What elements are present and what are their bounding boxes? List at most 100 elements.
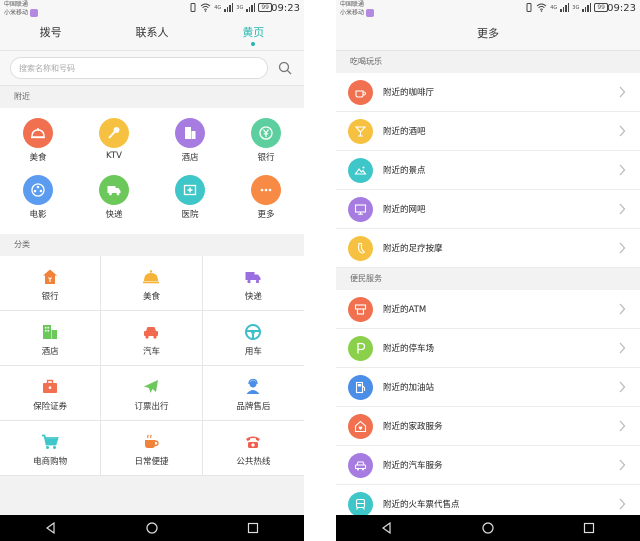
app-badge-icon xyxy=(366,9,375,17)
top-tabs: 拨号 联系人 黄页 xyxy=(0,18,304,51)
recents-square-icon[interactable] xyxy=(246,521,260,535)
list-item-parking[interactable]: 附近的停车场 xyxy=(336,329,640,368)
signal-bars-icon xyxy=(582,3,592,12)
nearby-item-label: 电影 xyxy=(29,210,47,220)
category-car[interactable]: 汽车 xyxy=(101,311,203,366)
nearby-item-ktv[interactable]: KTV xyxy=(76,114,152,171)
search-icon[interactable] xyxy=(278,61,292,75)
category-food[interactable]: 美食 xyxy=(101,256,203,311)
parking-icon xyxy=(357,342,366,353)
list-item-bar[interactable]: 附近的酒吧 xyxy=(336,112,640,151)
category-label: 订票出行 xyxy=(134,402,169,412)
delivery-truck-icon xyxy=(245,272,261,284)
chevron-right-icon xyxy=(619,303,626,315)
tab-dialer[interactable]: 拨号 xyxy=(0,18,101,50)
home-circle-icon[interactable] xyxy=(145,521,159,535)
nearby-item-movie[interactable]: 电影 xyxy=(0,171,76,228)
category-daily[interactable]: 日常便捷 xyxy=(101,421,203,476)
carrier-line-2: 小米移动 xyxy=(340,9,365,17)
nearby-item-label: 美食 xyxy=(29,153,47,163)
list-item-label: 附近的ATM xyxy=(383,305,427,315)
search-row: 搜索名称和号码 xyxy=(0,51,304,86)
nearby-item-more[interactable]: 更多 xyxy=(228,171,304,228)
category-label: 电商购物 xyxy=(33,457,68,467)
foot-icon xyxy=(357,242,365,254)
category-shopping[interactable]: 电商购物 xyxy=(0,421,102,476)
signal-bars-icon xyxy=(246,3,256,12)
wifi-icon xyxy=(536,3,547,12)
list-item-label: 附近的家政服务 xyxy=(383,422,443,432)
chevron-right-icon xyxy=(619,86,626,98)
category-label: 保险证券 xyxy=(33,402,68,412)
chevron-right-icon xyxy=(619,420,626,432)
nearby-item-label: 银行 xyxy=(257,153,275,163)
chevron-right-icon xyxy=(619,125,626,137)
category-label: 银行 xyxy=(41,292,59,302)
category-insurance[interactable]: 保险证券 xyxy=(0,366,102,421)
list-item-foot-massage[interactable]: 附近的足疗按摩 xyxy=(336,229,640,268)
list-item-atm[interactable]: 附近的ATM xyxy=(336,290,640,329)
car-icon xyxy=(354,460,367,470)
nearby-item-express[interactable]: 快递 xyxy=(76,171,152,228)
chevron-right-icon xyxy=(619,381,626,393)
navigation-bar xyxy=(0,515,304,541)
category-section-title: 分类 xyxy=(0,234,304,256)
app-badge-icon xyxy=(30,9,39,17)
category-hotline[interactable]: 公共热线 xyxy=(202,421,304,476)
tab-yellow-pages[interactable]: 黄页 xyxy=(203,18,304,50)
fuel-pump-icon xyxy=(355,381,366,393)
list-item-cafe[interactable]: 附近的咖啡厅 xyxy=(336,73,640,112)
nearby-item-bank[interactable]: 银行 xyxy=(228,114,304,171)
search-input[interactable]: 搜索名称和号码 xyxy=(10,57,268,79)
back-triangle-icon[interactable] xyxy=(380,521,394,535)
shopping-cart-icon xyxy=(42,434,59,449)
tab-contacts[interactable]: 联系人 xyxy=(101,18,202,50)
airplane-icon xyxy=(144,380,159,393)
cocktail-icon xyxy=(354,125,367,137)
list-item-gas-station[interactable]: 附近的加油站 xyxy=(336,368,640,407)
nearby-item-label: 快递 xyxy=(105,210,123,220)
list-item-car-service[interactable]: 附近的汽车服务 xyxy=(336,446,640,485)
category-car-rental[interactable]: 用车 xyxy=(202,311,304,366)
nearby-item-hotel[interactable]: 酒店 xyxy=(152,114,228,171)
list-item-housekeeping[interactable]: 附近的家政服务 xyxy=(336,407,640,446)
category-express[interactable]: 快递 xyxy=(202,256,304,311)
category-hotel[interactable]: 酒店 xyxy=(0,311,102,366)
category-label: 品牌售后 xyxy=(236,402,271,412)
list-item-label: 附近的停车场 xyxy=(383,344,435,354)
signal-bars-icon xyxy=(560,3,570,12)
entertainment-list: 附近的咖啡厅 附近的酒吧 附近的景点 附近的网吧 附近的足疗按摩 xyxy=(336,73,640,268)
network-tag-1: 4G xyxy=(550,4,558,11)
category-label: 公共热线 xyxy=(236,457,271,467)
nearby-item-food[interactable]: 美食 xyxy=(0,114,76,171)
list-item-label: 附近的酒吧 xyxy=(383,127,426,137)
section-title-entertainment: 吃喝玩乐 xyxy=(336,51,640,73)
battery-icon: 99 xyxy=(594,3,608,12)
list-item-label: 附近的火车票代售点 xyxy=(383,500,460,510)
signal-bars-icon xyxy=(224,3,234,12)
category-after-sales[interactable]: 品牌售后 xyxy=(202,366,304,421)
carrier-line-1: 中国联通 xyxy=(340,1,365,8)
list-item-internet-cafe[interactable]: 附近的网吧 xyxy=(336,190,640,229)
list-item-scenic-spot[interactable]: 附近的景点 xyxy=(336,151,640,190)
nearby-section-title: 附近 xyxy=(0,86,304,108)
status-bar: 中国联通 小米移动 4G 3G 99 09:23 xyxy=(0,0,304,18)
status-time: 09:23 xyxy=(271,3,300,14)
category-bank[interactable]: 银行 xyxy=(0,256,102,311)
telephone-icon xyxy=(246,436,261,448)
battery-icon: 99 xyxy=(258,3,272,12)
tab-label: 黄页 xyxy=(242,26,265,39)
nearby-item-hospital[interactable]: 医院 xyxy=(152,171,228,228)
recents-square-icon[interactable] xyxy=(582,521,596,535)
car-icon xyxy=(144,327,159,339)
chevron-right-icon xyxy=(619,342,626,354)
back-triangle-icon[interactable] xyxy=(44,521,58,535)
home-circle-icon[interactable] xyxy=(481,521,495,535)
housekeeping-icon xyxy=(354,420,367,432)
hotel-building-icon xyxy=(43,325,58,339)
chevron-right-icon xyxy=(619,164,626,176)
vibrate-icon xyxy=(526,3,532,12)
category-label: 美食 xyxy=(142,292,160,302)
category-travel[interactable]: 订票出行 xyxy=(101,366,203,421)
category-label: 快递 xyxy=(244,292,262,302)
